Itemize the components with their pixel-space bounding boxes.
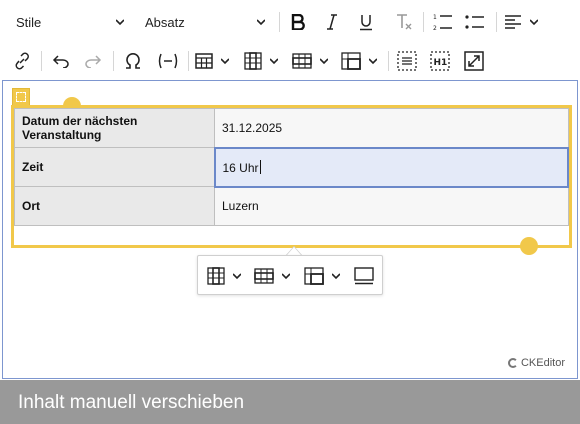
text-cursor	[259, 159, 261, 174]
app-root: Stile Absatz 12 H1 Datum der nächsten Ve…	[0, 0, 580, 424]
table-cell-label[interactable]: Ort	[14, 186, 215, 226]
table-row: Datum der nächsten Veranstaltung 31.12.2…	[14, 108, 569, 148]
bulleted-list-icon	[465, 15, 484, 29]
bold-button[interactable]	[288, 8, 308, 36]
redo-icon	[85, 55, 102, 68]
balloon-merge-dropdown[interactable]	[304, 264, 340, 288]
heading-dropdown[interactable]: Absatz	[145, 8, 265, 36]
source-heading-button[interactable]: H1	[429, 47, 451, 75]
balloon-column-dropdown[interactable]	[207, 264, 241, 288]
table-cell-value-active[interactable]: 16 Uhr	[213, 146, 569, 188]
numbered-list-button[interactable]: 12	[432, 8, 454, 36]
editor-toolbar: Stile Absatz 12 H1	[0, 0, 580, 80]
numbered-list-icon: 12	[433, 14, 452, 31]
chevron-down-icon	[282, 273, 290, 280]
table-row-icon	[292, 53, 312, 69]
toolbar-separator	[423, 12, 424, 32]
footer-bar: Inhalt manuell verschieben	[0, 380, 580, 424]
chevron-down-icon	[530, 19, 538, 26]
link-button[interactable]	[12, 47, 32, 75]
merge-cells-dropdown[interactable]	[341, 47, 381, 75]
align-icon	[505, 15, 521, 29]
show-blocks-icon	[397, 51, 417, 71]
insert-table-icon	[195, 53, 213, 69]
toolbar-separator	[279, 12, 280, 32]
insert-table-dropdown[interactable]	[195, 47, 233, 75]
svg-text:2: 2	[433, 25, 437, 31]
toolbar-separator	[41, 51, 42, 71]
balloon-arrow-inner	[287, 247, 301, 255]
fullscreen-button[interactable]	[463, 47, 485, 75]
style-dropdown-label: Stile	[16, 14, 42, 30]
chevron-down-icon	[233, 273, 241, 280]
svg-text:1: 1	[433, 14, 437, 21]
chevron-down-icon	[221, 58, 229, 65]
toolbar-row-2: H1	[0, 41, 580, 81]
ckeditor-brand[interactable]: CKEditor	[507, 357, 565, 369]
widget-resize-handle-bottom[interactable]	[520, 237, 538, 255]
chevron-down-icon	[369, 58, 377, 65]
merge-cells-icon	[304, 267, 324, 285]
underline-button[interactable]	[356, 8, 376, 36]
table-column-dropdown[interactable]	[244, 47, 282, 75]
brand-label: CKEditor	[520, 357, 565, 369]
table-column-icon	[244, 52, 262, 70]
svg-text:H1: H1	[434, 58, 448, 68]
toolbar-separator	[496, 12, 497, 32]
cell-text: 16 Uhr	[222, 160, 259, 175]
merge-cells-icon	[341, 52, 361, 70]
source-heading-icon: H1	[430, 51, 450, 71]
chevron-down-icon	[320, 58, 328, 65]
style-dropdown[interactable]: Stile	[16, 8, 124, 36]
italic-button[interactable]	[322, 8, 342, 36]
underline-icon	[360, 14, 372, 30]
toolbar-separator	[113, 51, 114, 71]
chevron-down-icon	[257, 19, 265, 26]
balloon-table-properties-button[interactable]	[354, 264, 374, 288]
placeholder-button[interactable]	[156, 47, 180, 75]
link-icon	[15, 52, 29, 70]
redo-button[interactable]	[82, 47, 104, 75]
table-row-dropdown[interactable]	[292, 47, 332, 75]
table-row: Ort Luzern	[14, 186, 569, 226]
italic-icon	[327, 14, 337, 30]
special-characters-icon	[126, 53, 140, 69]
toolbar-separator	[188, 51, 189, 71]
ckeditor-logo-icon	[507, 358, 518, 368]
footer-text: Inhalt manuell verschieben	[18, 392, 245, 413]
balloon-row-dropdown[interactable]	[254, 264, 290, 288]
remove-format-icon	[397, 13, 412, 29]
editor-content-area[interactable]: Datum der nächsten Veranstaltung 31.12.2…	[2, 80, 578, 379]
alignment-dropdown[interactable]	[504, 8, 544, 36]
table-cell-value[interactable]: Luzern	[214, 186, 569, 226]
table-column-icon	[207, 267, 225, 285]
table-properties-icon	[354, 267, 374, 285]
undo-button[interactable]	[50, 47, 72, 75]
table-row-icon	[254, 268, 274, 284]
chevron-down-icon	[270, 58, 278, 65]
show-blocks-button[interactable]	[396, 47, 418, 75]
fullscreen-icon	[464, 51, 484, 71]
bulleted-list-button[interactable]	[464, 8, 486, 36]
remove-format-button[interactable]	[394, 8, 414, 36]
special-characters-button[interactable]	[122, 47, 144, 75]
table-cell-label[interactable]: Datum der nächsten Veranstaltung	[14, 108, 215, 148]
chevron-down-icon	[332, 273, 340, 280]
toolbar-separator	[388, 51, 389, 71]
undo-icon	[52, 55, 69, 68]
heading-dropdown-label: Absatz	[145, 14, 185, 30]
event-table: Datum der nächsten Veranstaltung 31.12.2…	[14, 108, 569, 226]
table-widget[interactable]: Datum der nächsten Veranstaltung 31.12.2…	[11, 105, 572, 248]
table-cell-value[interactable]: 31.12.2025	[214, 108, 569, 148]
placeholder-icon	[158, 53, 178, 69]
toolbar-row-1: Stile Absatz 12	[0, 2, 580, 42]
chevron-down-icon	[116, 19, 124, 26]
table-contextual-toolbar	[197, 255, 383, 295]
bold-icon	[291, 14, 305, 30]
table-cell-label[interactable]: Zeit	[14, 147, 215, 187]
table-row: Zeit 16 Uhr	[14, 146, 569, 188]
table-drag-handle[interactable]	[12, 88, 30, 106]
